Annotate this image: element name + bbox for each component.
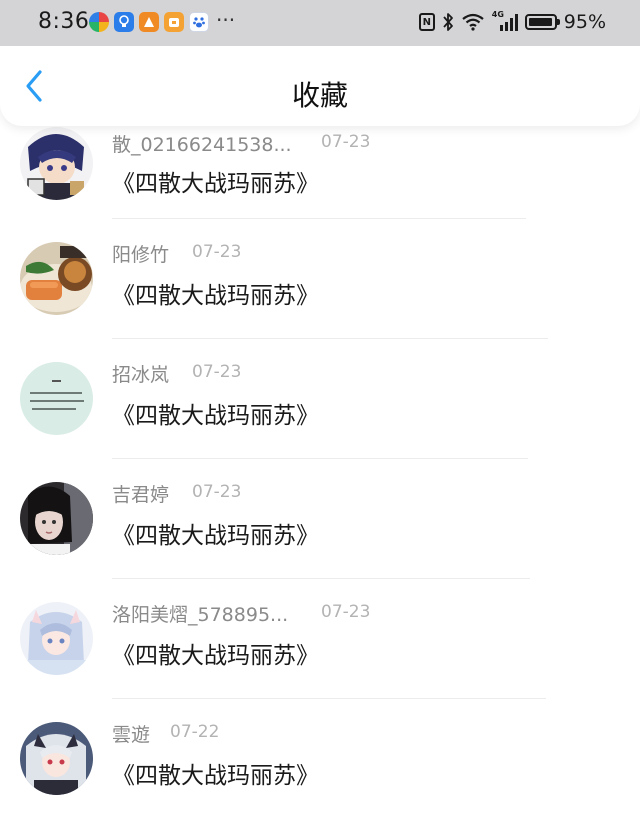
shop-app-icon bbox=[164, 12, 184, 32]
post-date: 07-22 bbox=[170, 722, 220, 742]
battery-level bbox=[528, 18, 552, 26]
user-name: 吉君婷 bbox=[112, 484, 170, 506]
post-title: 《四散大战玛丽苏》 bbox=[112, 403, 319, 429]
colorful-app-icon bbox=[89, 12, 109, 32]
user-name: 招冰岚 bbox=[112, 364, 170, 386]
divider bbox=[112, 218, 526, 219]
avatar-image bbox=[20, 127, 93, 200]
list-item[interactable]: 招冰岚 07-23 《四散大战玛丽苏》 bbox=[0, 348, 640, 466]
post-title: 《四散大战玛丽苏》 bbox=[112, 643, 319, 669]
divider bbox=[112, 458, 528, 459]
post-date: 07-23 bbox=[192, 482, 242, 502]
divider bbox=[112, 698, 546, 699]
list-item[interactable]: 散_02166241538... 07-23 《四散大战玛丽苏》 bbox=[0, 122, 640, 240]
list-item[interactable]: 阳修竹 07-23 《四散大战玛丽苏》 bbox=[0, 228, 640, 346]
avatar bbox=[20, 242, 93, 315]
user-name: 洛阳美熠_578895... bbox=[112, 604, 289, 626]
avatar-image bbox=[20, 602, 93, 675]
system-status: N 4G 95% bbox=[418, 10, 606, 33]
paw-app-icon bbox=[189, 12, 209, 32]
status-time: 8:36 bbox=[38, 9, 90, 34]
post-title: 《四散大战玛丽苏》 bbox=[112, 523, 319, 549]
list-item[interactable]: 吉君婷 07-23 《四散大战玛丽苏》 bbox=[0, 468, 640, 586]
post-title: 《四散大战玛丽苏》 bbox=[112, 171, 319, 197]
avatar-image bbox=[20, 242, 93, 315]
bluetooth-icon bbox=[443, 13, 453, 31]
list-item[interactable]: 洛阳美熠_578895... 07-23 《四散大战玛丽苏》 bbox=[0, 588, 640, 706]
user-name: 雲遊 bbox=[112, 724, 151, 746]
header-bar: 收藏 bbox=[0, 46, 640, 126]
avatar-image bbox=[20, 362, 93, 435]
avatar bbox=[20, 602, 93, 675]
page-title: 收藏 bbox=[291, 79, 348, 112]
avatar-image bbox=[20, 722, 93, 795]
post-date: 07-23 bbox=[321, 132, 371, 152]
post-date: 07-23 bbox=[192, 362, 242, 382]
avatar-image bbox=[20, 482, 93, 555]
battery-percent: 95% bbox=[563, 11, 606, 33]
avatar bbox=[20, 127, 93, 200]
cellular-signal: 4G bbox=[492, 10, 518, 32]
user-name: 阳修竹 bbox=[112, 244, 170, 266]
avatar bbox=[20, 722, 93, 795]
wifi-icon bbox=[462, 13, 484, 31]
divider bbox=[112, 338, 548, 339]
post-date: 07-23 bbox=[321, 602, 371, 622]
post-title: 《四散大战玛丽苏》 bbox=[112, 283, 319, 309]
divider bbox=[112, 578, 530, 579]
avatar bbox=[20, 362, 93, 435]
orange-app-icon bbox=[139, 12, 159, 32]
notification-icons bbox=[89, 12, 209, 32]
post-title: 《四散大战玛丽苏》 bbox=[112, 763, 319, 789]
lightbulb-app-icon bbox=[114, 12, 134, 32]
signal-bars-icon bbox=[499, 14, 518, 31]
post-date: 07-23 bbox=[192, 242, 242, 262]
favorites-screen: 散_02166241538... 07-23 《四散大战玛丽苏》 阳修竹 07-… bbox=[0, 0, 640, 819]
avatar bbox=[20, 482, 93, 555]
more-notifications: ··· bbox=[216, 8, 236, 32]
battery-icon bbox=[524, 14, 560, 30]
list-item[interactable]: 雲遊 07-22 《四散大战玛丽苏》 bbox=[0, 708, 640, 819]
nfc-icon: N bbox=[418, 13, 435, 31]
status-bar: 8:36 ··· N 4G 95% bbox=[0, 0, 640, 46]
user-name: 散_02166241538... bbox=[112, 134, 292, 156]
